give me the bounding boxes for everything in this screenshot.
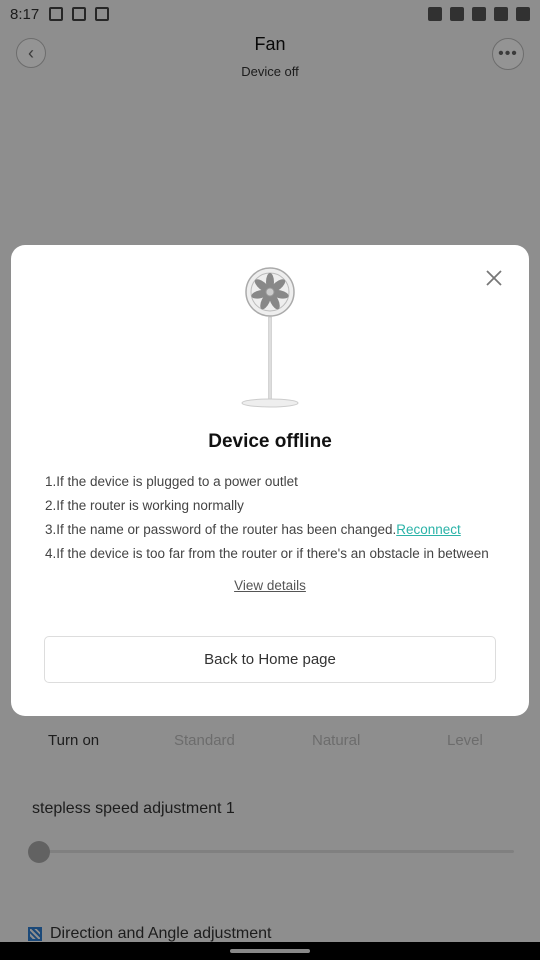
fan-device-image [241,267,299,408]
reconnect-link[interactable]: Reconnect [396,522,461,537]
view-details-link[interactable]: View details [234,578,306,593]
offline-reasons-list: 1.If the device is plugged to a power ou… [45,470,515,566]
reason-item: 4.If the device is too far from the rout… [45,546,489,561]
reason-item: 3.If the name or password of the router … [45,522,461,537]
reason-item: 1.If the device is plugged to a power ou… [45,474,298,489]
offline-dialog: Device offline 1.If the device is plugge… [11,245,529,716]
system-nav-bar [0,942,540,960]
back-to-home-button[interactable]: Back to Home page [44,636,496,683]
view-details-row: View details [11,578,529,593]
reason-item: 2.If the router is working normally [45,498,244,513]
close-button[interactable] [483,267,505,289]
home-gesture-pill[interactable] [230,949,310,953]
close-icon [486,270,502,286]
dialog-title: Device offline [208,431,332,452]
